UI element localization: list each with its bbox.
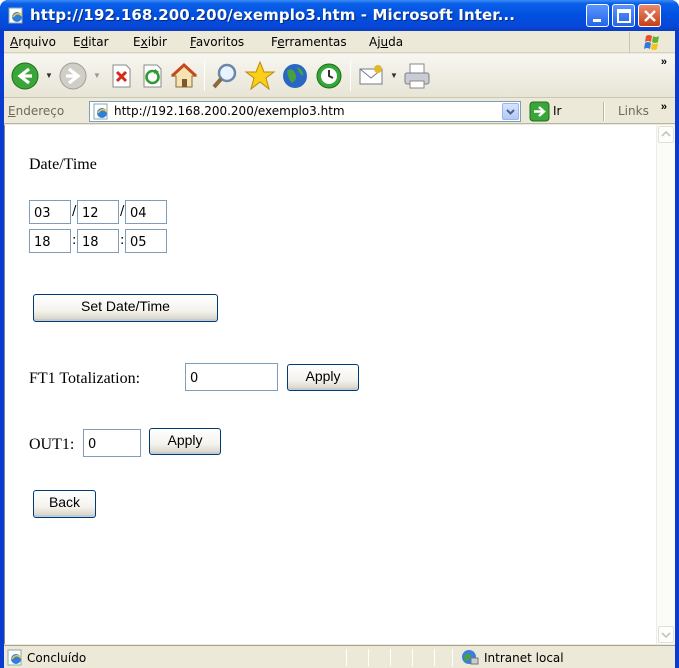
toolbar-separator [350,61,351,91]
scroll-up-button[interactable] [658,126,674,143]
menu-ajuda-label: Ajuda [369,35,404,49]
status-divider [412,649,413,666]
address-bar: Endereço http://192.168.200.200/exemplo3… [4,99,675,124]
toolbar: ▼ ▼ ▼ » [4,54,675,98]
menu-ferramentas[interactable]: Ferramentas [271,35,347,49]
date-separator: / [120,204,125,219]
close-button[interactable] [638,4,661,27]
windows-logo [629,32,667,53]
intranet-zone-icon [462,650,479,665]
hour-input[interactable] [29,229,71,253]
links-more-icon[interactable]: » [661,101,667,113]
status-divider [368,649,369,666]
minimize-icon [593,19,601,22]
favorites-icon[interactable] [244,60,276,92]
mail-dropdown-icon[interactable]: ▼ [390,71,398,80]
links-label[interactable]: Links [618,104,649,118]
media-icon[interactable] [280,61,310,91]
browser-client: Arquivo Editar Exibir Favoritos Ferramen… [4,31,675,668]
menu-favoritos-label: Favoritos [190,35,245,49]
menu-arquivo-label: rquivo [18,35,56,49]
zone-label: Intranet local [484,651,564,665]
menu-ferramentas-label: Ferramentas [271,35,347,49]
vertical-scrollbar[interactable] [656,125,675,644]
toolbar-separator [204,61,205,91]
history-icon[interactable] [314,61,344,91]
ft1-label: FT1 Totalization: [29,370,141,387]
out1-label: OUT1: [29,436,75,453]
chevron-up-icon [661,130,671,137]
minute-input[interactable] [77,229,119,253]
toolbar-more-icon[interactable]: » [661,56,667,68]
second-input[interactable] [125,229,167,253]
menu-exibir[interactable]: Exibir [133,35,167,49]
page-icon [93,103,108,120]
browser-window: http://192.168.200.200/exemplo3.htm - Mi… [0,0,679,668]
home-icon[interactable] [169,61,199,91]
refresh-icon[interactable] [139,63,165,89]
set-date-time-button[interactable]: Set Date/Time [33,294,218,322]
status-divider [452,649,453,666]
ie-page-icon [8,7,23,24]
page-content: Date/Time / / : : Set Date/Time FT1 Tota… [4,125,656,644]
year-input[interactable] [125,200,167,224]
scroll-down-button[interactable] [658,626,674,643]
menu-exibir-label: Exibir [133,35,167,49]
chevron-down-icon [506,109,515,115]
windows-flag-icon [644,35,659,50]
status-text: Concluído [27,651,87,665]
status-bar: Concluído Intranet local [4,645,675,668]
ft1-apply-button[interactable]: Apply [287,364,359,391]
search-icon[interactable] [210,61,240,91]
status-divider [390,649,391,666]
day-input[interactable] [29,200,71,224]
forward-icon[interactable] [58,61,88,91]
forward-dropdown-icon[interactable]: ▼ [93,71,101,80]
status-divider [346,649,347,666]
window-title: http://192.168.200.200/exemplo3.htm - Mi… [30,6,516,24]
mail-icon[interactable] [358,63,386,89]
chevron-down-icon [661,632,671,639]
address-url: http://192.168.200.200/exemplo3.htm [114,104,345,118]
out1-input[interactable] [83,429,141,457]
go-button[interactable]: Ir [529,101,584,122]
status-divider [434,649,435,666]
address-dropdown-button[interactable] [502,103,519,120]
date-time-heading: Date/Time [29,156,97,173]
page-done-icon [7,649,22,666]
back-button[interactable]: Back [33,490,96,518]
go-label: Ir [553,104,562,118]
maximize-icon [617,9,631,23]
menu-editar-label: Editar [73,35,109,49]
menu-ajuda[interactable]: Ajuda [369,35,403,49]
time-separator: : [72,233,77,248]
menu-favoritos[interactable]: Favoritos [190,35,244,49]
print-icon[interactable] [402,61,432,91]
maximize-button[interactable] [612,4,635,27]
go-arrow-icon [529,101,550,122]
address-separator [603,102,605,121]
close-icon [644,10,656,22]
back-icon[interactable] [10,61,40,91]
out1-apply-button[interactable]: Apply [149,428,221,455]
address-label-rest: ndereço [15,104,65,118]
menu-editar[interactable]: Editar [73,35,109,49]
title-bar[interactable]: http://192.168.200.200/exemplo3.htm - Mi… [0,0,679,31]
menu-bar: Arquivo Editar Exibir Favoritos Ferramen… [4,31,675,53]
time-separator: : [120,233,125,248]
back-dropdown-icon[interactable]: ▼ [45,71,53,80]
minimize-button[interactable] [586,4,609,27]
ft1-totalization-input[interactable] [185,363,278,391]
month-input[interactable] [77,200,119,224]
address-label: Endereço [8,104,65,118]
address-input[interactable]: http://192.168.200.200/exemplo3.htm [89,101,521,122]
menu-arquivo[interactable]: Arquivo [10,35,56,49]
date-separator: / [72,204,77,219]
stop-icon[interactable] [108,63,134,89]
